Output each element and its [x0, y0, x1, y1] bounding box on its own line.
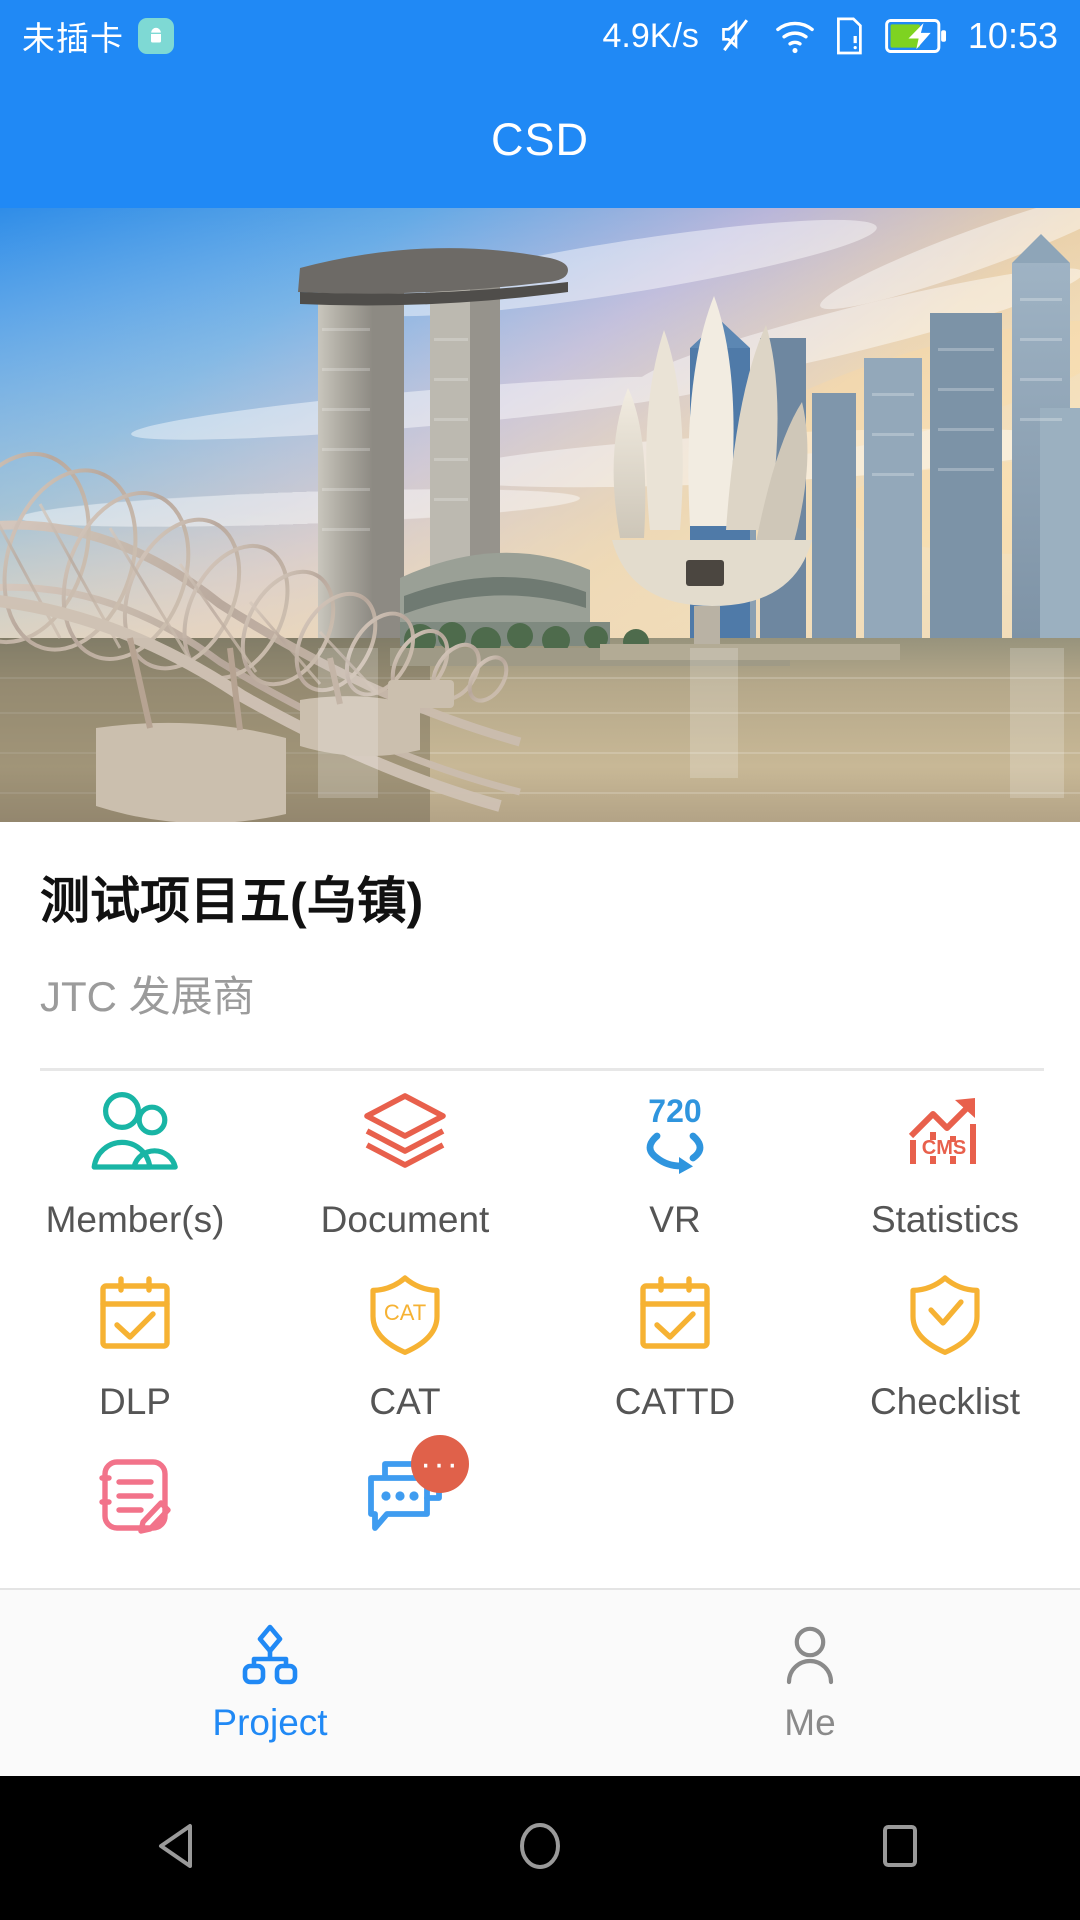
grid-item-vr[interactable]: 720 VR [540, 1075, 810, 1257]
grid-item-cat[interactable]: CAT CAT [270, 1257, 540, 1439]
system-navigation-bar [0, 1776, 1080, 1920]
status-bar-right: 4.9K/s 10:53 [603, 14, 1058, 58]
status-bar: 未插卡 4.9K/s 10:53 [0, 0, 1080, 72]
calendar-check-icon [89, 1265, 181, 1361]
app-bar: CSD [0, 72, 1080, 208]
project-info: 测试项目五(乌镇) JTC 发展商 [0, 822, 1080, 1071]
note-edit-icon [89, 1447, 181, 1543]
members-icon [89, 1083, 181, 1179]
grid-item-label: CATTD [614, 1381, 736, 1422]
svg-text:CAT: CAT [384, 1300, 426, 1325]
bottom-navigation: Project Me [0, 1588, 1080, 1776]
grid-item-label: VR [649, 1199, 701, 1240]
wifi-icon [773, 16, 817, 56]
chat-unread-badge: ··· [411, 1435, 469, 1493]
cms-chart-icon: CMS [899, 1083, 991, 1179]
grid-item-label: DLP [99, 1381, 171, 1422]
carrier-label: 未插卡 [22, 20, 124, 57]
recents-square-icon [872, 1818, 928, 1879]
nav-tab-label: Project [212, 1701, 328, 1743]
nav-tab-project[interactable]: Project [0, 1590, 540, 1776]
grid-item-checklist[interactable]: Checklist [810, 1257, 1080, 1439]
layers-icon [359, 1083, 451, 1179]
back-triangle-icon [152, 1818, 208, 1879]
shield-check-icon [899, 1265, 991, 1361]
vr-720-icon: 720 [629, 1083, 721, 1179]
grid-item-members[interactable]: Member(s) [0, 1075, 270, 1257]
phone-screen: 未插卡 4.9K/s 10:53 CSD 测试项目五(乌镇) JTC 发展商 M… [0, 0, 1080, 1920]
network-speed-label: 4.9K/s [602, 16, 699, 55]
clock-label: 10:53 [967, 15, 1058, 56]
home-button[interactable] [360, 1818, 720, 1879]
grid-item-cattd[interactable]: CATTD [540, 1257, 810, 1439]
page-title: CSD [490, 114, 589, 165]
grid-item-label: Checklist [869, 1381, 1021, 1422]
chat-unread-badge-text: ··· [420, 1445, 460, 1483]
grid-item-dlp[interactable]: DLP [0, 1257, 270, 1439]
chat-bubbles-icon: ··· [359, 1435, 469, 1543]
grid-item-label: Statistics [870, 1199, 1020, 1240]
nav-tab-label: Me [784, 1701, 836, 1743]
grid-item-label: Document [320, 1199, 490, 1240]
sim-card-alert-icon [834, 15, 868, 57]
battery-charging-icon [885, 17, 947, 55]
grid-item-label: Member(s) [45, 1199, 225, 1240]
home-circle-icon [512, 1818, 568, 1879]
status-bar-left: 未插卡 [22, 12, 174, 60]
svg-text:720: 720 [648, 1093, 701, 1129]
grid-item-statistics[interactable]: CMS Statistics [810, 1075, 1080, 1257]
project-banner-image[interactable] [0, 208, 1080, 822]
android-robot-icon [138, 18, 174, 54]
project-title: 测试项目五(乌镇) [40, 873, 424, 929]
person-icon [778, 1623, 842, 1690]
sitemap-icon [238, 1623, 302, 1690]
mute-icon [716, 14, 756, 58]
calendar-check-icon [629, 1265, 721, 1361]
nav-tab-me[interactable]: Me [540, 1590, 1080, 1776]
grid-item-label: CAT [369, 1381, 441, 1422]
feature-grid: Member(s) Document 720 VR CMS Statistics… [0, 1075, 1080, 1621]
grid-item-document[interactable]: Document [270, 1075, 540, 1257]
shield-cat-icon: CAT [359, 1265, 451, 1361]
section-divider [40, 1068, 1044, 1071]
svg-text:CMS: CMS [922, 1137, 966, 1159]
marina-bay-sands-skyline-photo [0, 208, 1080, 822]
back-button[interactable] [0, 1818, 360, 1879]
recents-button[interactable] [720, 1818, 1080, 1879]
project-subtitle: JTC 发展商 [40, 973, 255, 1020]
